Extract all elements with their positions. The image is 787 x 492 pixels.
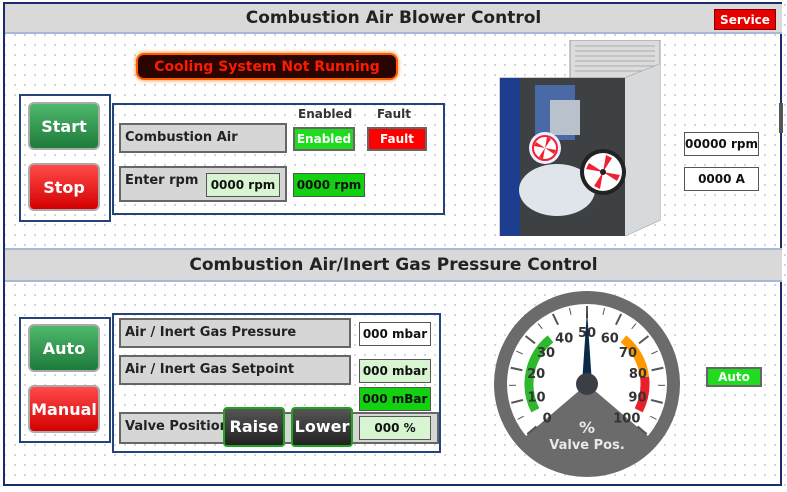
enter-rpm-label: Enter rpm [125,173,199,188]
gauge-tick-label: 40 [555,331,573,346]
valve-position-label: Valve Position [125,419,229,434]
auto-button[interactable]: Auto [28,324,100,372]
lower-button[interactable]: Lower [291,407,353,447]
enabled-column-header: Enabled [298,107,353,121]
rpm-display: 00000 rpm [684,132,759,156]
gauge-caption: Valve Pos. [549,438,625,453]
valve-position-gauge: 0102030405060708090100 % Valve Pos. [494,291,680,477]
service-button[interactable]: Service [714,9,776,30]
fault-indicator: Fault [367,127,427,151]
setpoint-label: Air / Inert Gas Setpoint [119,355,351,385]
gauge-tick-label: 90 [628,391,646,406]
rpm-readout: 0000 rpm [293,173,365,197]
gauge-tick-label: 10 [527,391,545,406]
section-title-pressure: Combustion Air/Inert Gas Pressure Contro… [5,248,782,282]
gauge-unit: % [579,418,595,437]
gauge-tick-label: 80 [629,367,647,382]
gauge-tick-label: 60 [601,331,619,346]
gauge-hub [576,373,598,395]
gauge-tick-label: 0 [543,411,552,426]
gauge-tick-label: 20 [527,367,545,382]
valve-value: 000 % [359,416,431,440]
raise-button[interactable]: Raise [223,407,285,447]
pressure-value: 000 mbar [359,322,431,346]
pressure-label: Air / Inert Gas Pressure [119,318,351,348]
right-edge-bar [779,103,783,133]
section-title-blower: Combustion Air Blower Control [5,4,782,34]
amp-display: 0000 A [684,167,759,191]
gauge-tick-label: 70 [619,346,637,361]
combustion-air-label: Combustion Air [119,123,287,153]
start-button[interactable]: Start [28,102,100,150]
gauge-tick-label: 100 [613,411,640,426]
blower-machine-image [499,40,661,236]
mode-indicator: Auto [706,367,762,387]
setpoint-readout: 000 mBar [359,387,431,411]
gauge-tick-label: 30 [537,346,555,361]
stop-button[interactable]: Stop [28,163,100,211]
rpm-input-field[interactable]: 0000 rpm [206,173,280,197]
enabled-indicator: Enabled [293,127,355,151]
fault-column-header: Fault [377,107,411,121]
manual-button[interactable]: Manual [28,385,100,433]
setpoint-input[interactable]: 000 mbar [359,359,431,383]
cooling-alarm-banner: Cooling System Not Running [136,53,398,80]
